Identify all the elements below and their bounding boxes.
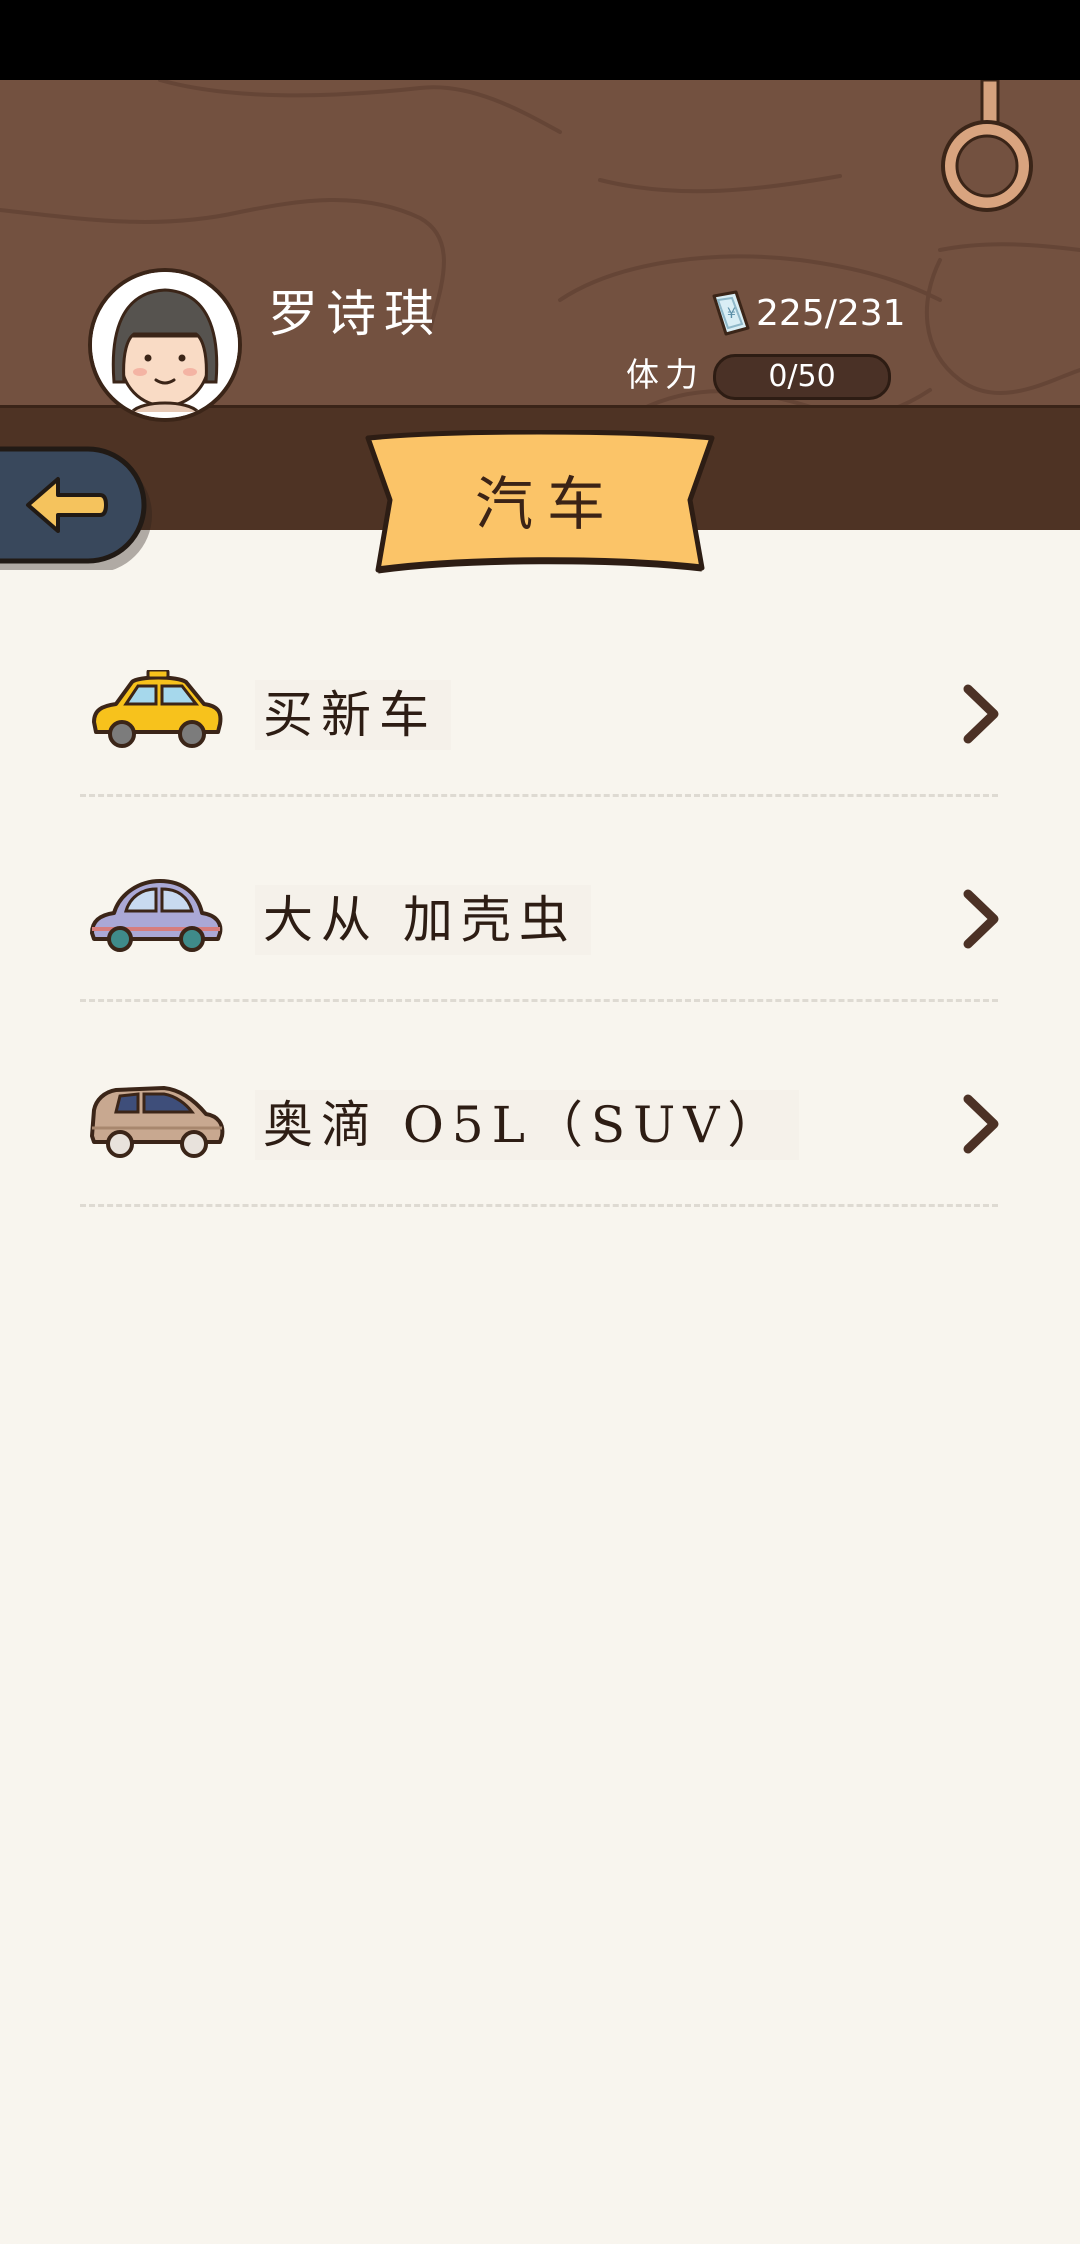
stamina-label: 体力 — [626, 355, 704, 394]
menu-item-beetle[interactable]: 大从 加壳虫 — [80, 815, 1000, 1020]
avatar[interactable] — [88, 268, 242, 422]
menu-item-suv[interactable]: 奥滴 O5L（SUV） — [80, 1020, 1000, 1225]
menu-divider — [80, 794, 998, 797]
chevron-right-icon — [963, 1094, 999, 1154]
menu-item-label: 买新车 — [255, 680, 451, 750]
money-value: 225/231 — [756, 293, 906, 334]
lilac-beetle-car-icon — [90, 879, 223, 952]
yellow-car-icon — [92, 670, 223, 748]
player-name: 罗诗琪 — [268, 285, 442, 343]
chevron-right-icon — [963, 889, 999, 949]
hanging-ring-icon[interactable] — [935, 80, 1045, 220]
menu-item-buy-new-car[interactable]: 买新车 — [80, 610, 1000, 815]
menu-list: 买新车 大从 加壳虫 奥滴 O5L（SUV） — [80, 610, 1000, 1225]
menu-divider — [80, 1204, 998, 1207]
status-bar — [0, 0, 1080, 80]
chevron-right-icon — [963, 684, 999, 744]
menu-divider — [80, 999, 998, 1002]
page-title: 汽车 — [474, 470, 619, 538]
svg-text:¥: ¥ — [727, 306, 736, 322]
stamina-bar: 0/50 — [713, 354, 891, 400]
menu-item-label: 奥滴 O5L（SUV） — [255, 1090, 800, 1160]
back-button[interactable] — [0, 445, 155, 570]
title-banner: 汽车 — [364, 430, 716, 580]
stamina-value: 0/50 — [768, 359, 836, 394]
menu-item-label: 大从 加壳虫 — [255, 885, 591, 955]
avatar-face-icon — [92, 272, 238, 418]
money-display: ¥ 225/231 — [710, 288, 906, 340]
beige-suv-car-icon — [90, 1086, 225, 1158]
money-bill-icon: ¥ — [712, 290, 750, 336]
